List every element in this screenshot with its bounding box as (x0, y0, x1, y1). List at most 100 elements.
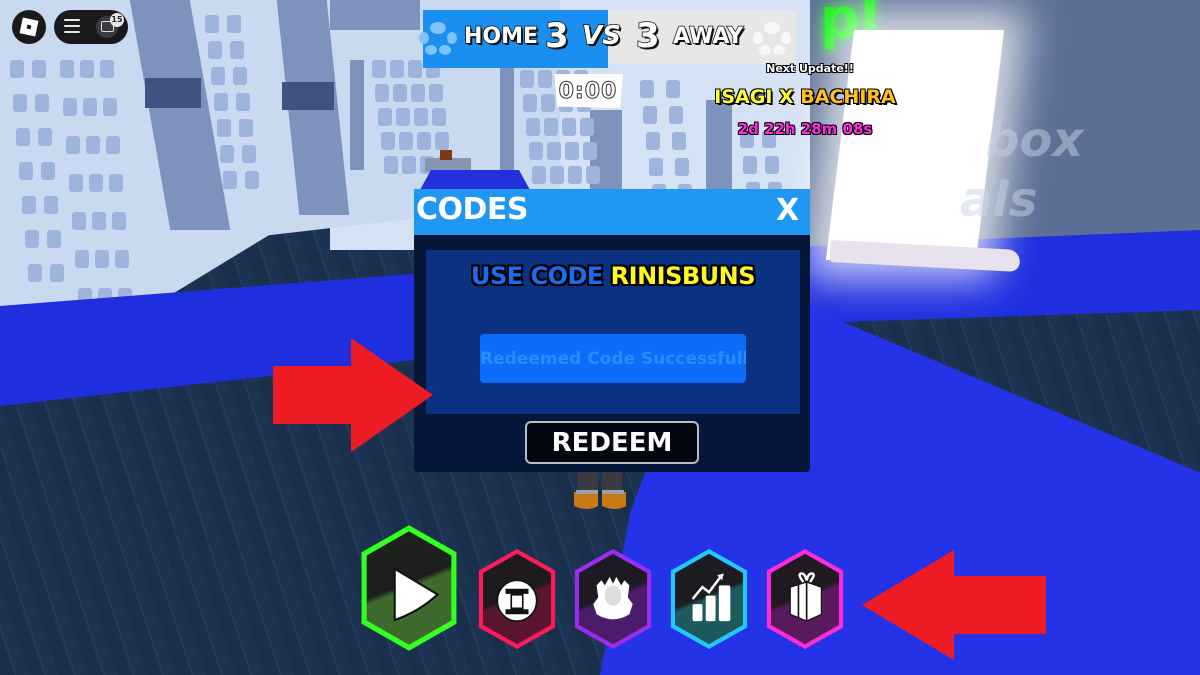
building-window (583, 142, 597, 160)
promo-prefix: USE CODE (470, 262, 611, 290)
building-window (402, 156, 416, 174)
roblox-logo-button[interactable] (12, 10, 46, 44)
chat-notification-badge: 15 (110, 13, 124, 27)
building-window (208, 41, 222, 59)
close-button[interactable]: X (776, 193, 799, 228)
building-window (115, 250, 129, 268)
next-update-heading: Next Update!! (766, 62, 854, 75)
building-window (435, 132, 449, 150)
building-window (381, 132, 395, 150)
away-score: 3 (635, 15, 660, 57)
building-window (432, 108, 446, 126)
pillar (500, 60, 514, 170)
building-window (236, 93, 250, 111)
building-window (568, 166, 582, 184)
update-collab-title: ISAGI X BACHIRA (700, 86, 910, 108)
away-team-label: AWAY (672, 23, 744, 50)
far-bench (425, 158, 471, 172)
building-window (22, 196, 36, 214)
building-window (28, 264, 42, 282)
building-window (547, 142, 561, 160)
building-window (13, 94, 27, 112)
building-window (393, 84, 407, 102)
building-window (408, 60, 422, 78)
building-window (72, 212, 86, 230)
building-window (63, 98, 77, 116)
building-window (227, 15, 241, 33)
building-window (414, 108, 428, 126)
codes-button[interactable] (764, 548, 846, 650)
building-window (526, 118, 540, 136)
building-window (92, 212, 106, 230)
play-button[interactable] (358, 524, 460, 652)
spin-button[interactable] (476, 548, 558, 650)
collab-part2: BACHIRA (800, 86, 896, 108)
building-window (19, 162, 33, 180)
pillar-band (282, 82, 334, 110)
building-window (103, 98, 117, 116)
building-window (411, 84, 425, 102)
building-window (643, 106, 657, 124)
building-window (86, 136, 100, 154)
building-window (390, 60, 404, 78)
building-window (384, 156, 398, 174)
building-window (211, 67, 225, 85)
match-timer-text: 0:00 (558, 78, 618, 104)
red-arrow-right-icon (273, 338, 433, 452)
soccer-ball-icon (753, 22, 791, 55)
building-window (47, 230, 61, 248)
building-window (106, 136, 120, 154)
building-window (69, 174, 83, 192)
building-window (586, 166, 600, 184)
red-arrow-left-icon (862, 550, 1046, 660)
building-window (538, 70, 552, 88)
building-window (520, 70, 534, 88)
home-score: 3 (544, 15, 569, 57)
building-window (95, 250, 109, 268)
building-window (580, 118, 594, 136)
home-team-label: HOME (463, 23, 539, 50)
building-window (10, 60, 24, 78)
update-countdown: 2d 22h 28m 08s (737, 120, 873, 138)
building-window (669, 106, 683, 124)
building-window (205, 15, 219, 33)
far-player (440, 150, 452, 160)
building-window (109, 174, 123, 192)
shop-sign (330, 0, 420, 30)
building-window (89, 174, 103, 192)
building-window (214, 93, 228, 111)
building-window (50, 264, 64, 282)
roblox-logo-icon (19, 17, 39, 37)
building-window (417, 132, 431, 150)
promo-code: RINISBUNS (610, 262, 756, 290)
building-window (83, 98, 97, 116)
upgrades-button[interactable] (668, 548, 750, 650)
building-window (41, 162, 55, 180)
building-window (44, 196, 58, 214)
building-window (529, 142, 543, 160)
styles-button[interactable] (572, 548, 654, 650)
building-window (399, 132, 413, 150)
redeem-button[interactable]: REDEEM (525, 421, 699, 464)
hamburger-menu-icon[interactable] (64, 19, 80, 33)
match-timer: 0:00 (554, 74, 623, 108)
building-window (230, 41, 244, 59)
building-window (25, 230, 39, 248)
building-window (80, 60, 94, 78)
code-input[interactable] (480, 334, 746, 383)
building-window (38, 128, 52, 146)
building-window (242, 145, 256, 163)
codes-modal-title: CODES (416, 192, 529, 227)
versus-label: VS (581, 20, 621, 52)
building-window (649, 158, 663, 176)
building-window (550, 166, 564, 184)
building-window (35, 94, 49, 112)
building-window (532, 166, 546, 184)
collab-part1: ISAGI X (714, 86, 801, 108)
building-window (675, 158, 689, 176)
building-window (646, 132, 660, 150)
building-window (666, 80, 680, 98)
pillar (350, 60, 364, 170)
pillar-band (145, 78, 201, 108)
building-window (223, 171, 237, 189)
